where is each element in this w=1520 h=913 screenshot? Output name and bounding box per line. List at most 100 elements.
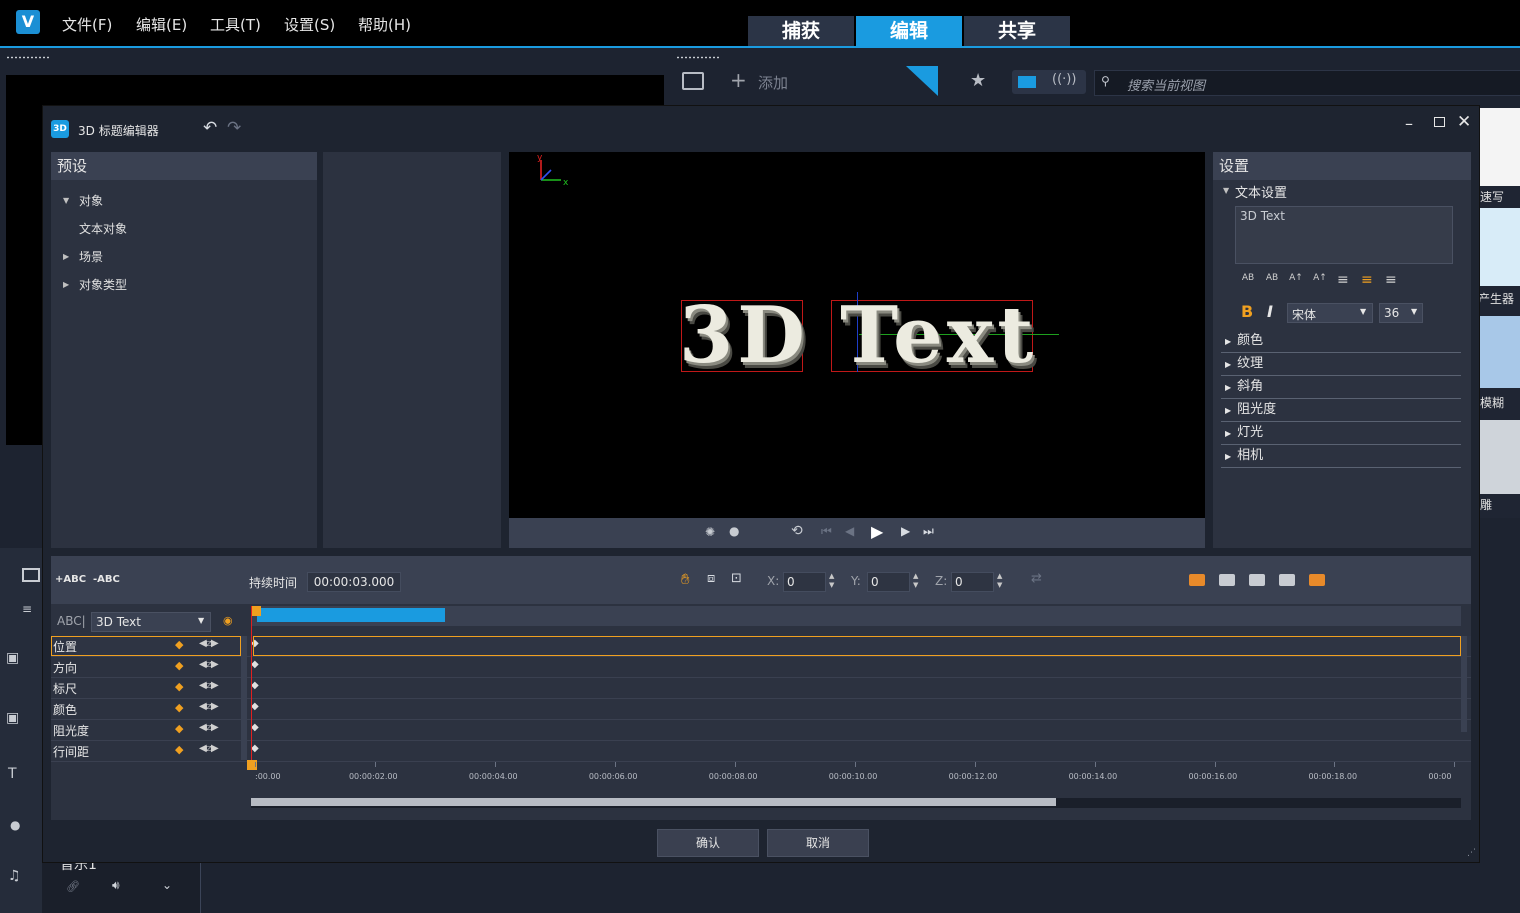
section-color[interactable]: ▶ 颜色 xyxy=(1221,330,1461,353)
keyframe-nav-icon[interactable]: ◀⧄▶ xyxy=(199,722,219,733)
video-view-icon[interactable] xyxy=(1018,76,1036,88)
library-add-label[interactable]: 添加 xyxy=(758,72,788,93)
bold-button[interactable]: B xyxy=(1241,302,1253,321)
tab-share[interactable]: 共享 xyxy=(964,16,1070,46)
3d-text-object[interactable]: 3D Text xyxy=(679,286,1039,386)
go-start-icon[interactable]: ⏮ xyxy=(821,524,832,539)
tab-edit[interactable]: 编辑 xyxy=(856,16,962,46)
keyframe-nav-icon[interactable]: ◀⧄▶ xyxy=(199,680,219,691)
size-select[interactable]: 36 ▼ xyxy=(1379,303,1423,323)
thumbnail[interactable] xyxy=(1478,420,1520,494)
timeline-scrollbar-track[interactable] xyxy=(251,798,1461,808)
minimize-icon[interactable]: – xyxy=(1405,114,1413,133)
keyframe-nav-icon[interactable]: ◀⧄▶ xyxy=(199,659,219,670)
pin-icon[interactable] xyxy=(906,66,938,96)
volume-icon[interactable]: 🔊︎ xyxy=(112,878,120,893)
library-media-icon[interactable] xyxy=(682,72,704,90)
view-toggle[interactable]: ((·)) xyxy=(1012,70,1086,94)
library-search-box[interactable]: ⚲ 搜索当前视图 xyxy=(1094,70,1520,96)
keyframe-add-icon[interactable]: ◆ xyxy=(175,659,183,672)
redo-icon[interactable]: ↷ xyxy=(227,118,241,138)
audio-view-icon[interactable]: ((·)) xyxy=(1052,72,1076,87)
menu-file[interactable]: 文件(F) xyxy=(62,14,112,35)
storyboard-icon[interactable] xyxy=(22,568,40,582)
maximize-icon[interactable] xyxy=(1434,117,1445,127)
collapse-triangle-icon[interactable]: ▼ xyxy=(1223,186,1229,195)
remove-text-button[interactable]: -ABC xyxy=(93,574,120,585)
app-logo-icon[interactable]: V xyxy=(16,10,40,34)
align-right-icon[interactable]: ≡ xyxy=(1385,272,1397,288)
font-select[interactable]: 宋体 ▼ xyxy=(1287,303,1373,323)
object-select[interactable]: 3D Text ▼ xyxy=(91,612,211,632)
cancel-button[interactable]: 取消 xyxy=(767,829,869,857)
line-height-icon[interactable]: A↑ xyxy=(1287,274,1305,283)
light-icon[interactable]: ✺ xyxy=(705,525,715,539)
keyframe-nav-icon[interactable]: ◀⧄▶ xyxy=(199,701,219,712)
menu-help[interactable]: 帮助(H) xyxy=(358,14,411,35)
preset-tree-object-type[interactable]: 对象类型 xyxy=(79,276,127,293)
preset-tree-scene[interactable]: 场景 xyxy=(79,248,103,265)
section-light[interactable]: ▶ 灯光 xyxy=(1221,422,1461,445)
overlay-track-icon[interactable]: ▣ xyxy=(6,710,19,726)
expand-triangle-icon[interactable]: ▶ xyxy=(63,280,69,289)
keyframe-add-icon[interactable]: ◆ xyxy=(175,701,183,714)
text-settings-label[interactable]: 文本设置 xyxy=(1235,182,1287,201)
spacing-icon[interactable]: AB xyxy=(1263,274,1281,283)
tab-capture[interactable]: 捕获 xyxy=(748,16,854,46)
3d-preview-canvas[interactable]: y x 3D Text xyxy=(509,152,1205,518)
timeline-scrollbar-thumb[interactable] xyxy=(251,798,1056,806)
section-bevel[interactable]: ▶ 斜角 xyxy=(1221,376,1461,399)
spacing-icon[interactable]: AB xyxy=(1239,274,1257,283)
preset-tree-text-object[interactable]: 文本对象 xyxy=(79,220,127,237)
dialog-app-icon: 3D xyxy=(51,120,69,138)
expand-triangle-icon[interactable]: ▶ xyxy=(63,252,69,261)
eye-icon[interactable]: ◉ xyxy=(223,614,233,627)
ok-button[interactable]: 确认 xyxy=(657,829,759,857)
preset-tree-object[interactable]: 对象 xyxy=(79,192,103,209)
add-plus-icon[interactable]: + xyxy=(730,68,747,92)
chevron-down-icon[interactable]: ⌄ xyxy=(162,878,172,892)
video-track-icon[interactable]: ▣ xyxy=(6,650,19,666)
text-content-input[interactable]: 3D Text xyxy=(1235,206,1453,264)
section-label: 阻光度 xyxy=(1237,402,1277,417)
play-icon[interactable]: ▶ xyxy=(871,522,883,541)
go-end-icon[interactable]: ⏭ xyxy=(923,524,934,539)
keyframe-nav-icon[interactable]: ◀⧄▶ xyxy=(199,743,219,754)
menu-tools[interactable]: 工具(T) xyxy=(210,14,261,35)
voice-track-icon[interactable]: ● xyxy=(10,818,20,832)
keyframe-add-icon[interactable]: ◆ xyxy=(175,722,183,735)
music-track-icon[interactable]: ♫ xyxy=(8,868,21,884)
menu-edit[interactable]: 编辑(E) xyxy=(136,14,187,35)
section-camera[interactable]: ▶ 相机 xyxy=(1221,445,1461,468)
star-add-icon[interactable]: ★ xyxy=(970,70,986,91)
rows-scrollbar[interactable] xyxy=(241,636,247,760)
keyframe-add-icon[interactable]: ◆ xyxy=(175,680,183,693)
prev-frame-icon[interactable]: ◀ xyxy=(845,524,854,538)
thumbnail[interactable] xyxy=(1478,208,1520,286)
italic-button[interactable]: I xyxy=(1267,302,1273,321)
link-icon[interactable]: 🔗︎ xyxy=(66,880,80,893)
settings-panel: 设置 ▼ 文本设置 3D Text AB AB A↑ A↑ ≡ ≡ ≡ B I … xyxy=(1213,152,1471,548)
collapse-triangle-icon[interactable]: ▼ xyxy=(63,196,69,205)
ruler-tick xyxy=(614,762,616,767)
menu-settings[interactable]: 设置(S) xyxy=(284,14,335,35)
resize-grip-icon[interactable]: ⋰ xyxy=(1467,848,1476,858)
add-text-button[interactable]: +ABC xyxy=(55,574,86,585)
thumbnail[interactable] xyxy=(1478,108,1520,186)
thumb-label: 模糊 xyxy=(1480,396,1505,410)
loop-icon[interactable]: ⟲ xyxy=(791,523,803,539)
section-texture[interactable]: ▶ 纹理 xyxy=(1221,353,1461,376)
align-left-icon[interactable]: ≡ xyxy=(1337,272,1349,288)
next-frame-icon[interactable]: ▶ xyxy=(901,524,910,538)
hand-rotate-icon[interactable]: ● xyxy=(729,524,739,538)
thumbnail[interactable] xyxy=(1478,316,1520,388)
undo-icon[interactable]: ↶ xyxy=(203,118,217,138)
keyframe-add-icon[interactable]: ◆ xyxy=(175,743,183,756)
align-center-icon[interactable]: ≡ xyxy=(1361,272,1373,288)
timeline-view-icon[interactable]: ≡ xyxy=(22,602,32,616)
close-icon[interactable]: ✕ xyxy=(1457,112,1471,132)
title-track-icon[interactable]: T xyxy=(8,766,17,782)
section-opacity[interactable]: ▶ 阻光度 xyxy=(1221,399,1461,422)
line-height-icon[interactable]: A↑ xyxy=(1311,274,1329,283)
app-menubar: V 文件(F) 编辑(E) 工具(T) 设置(S) 帮助(H) 捕获 编辑 共享 xyxy=(0,0,1520,46)
